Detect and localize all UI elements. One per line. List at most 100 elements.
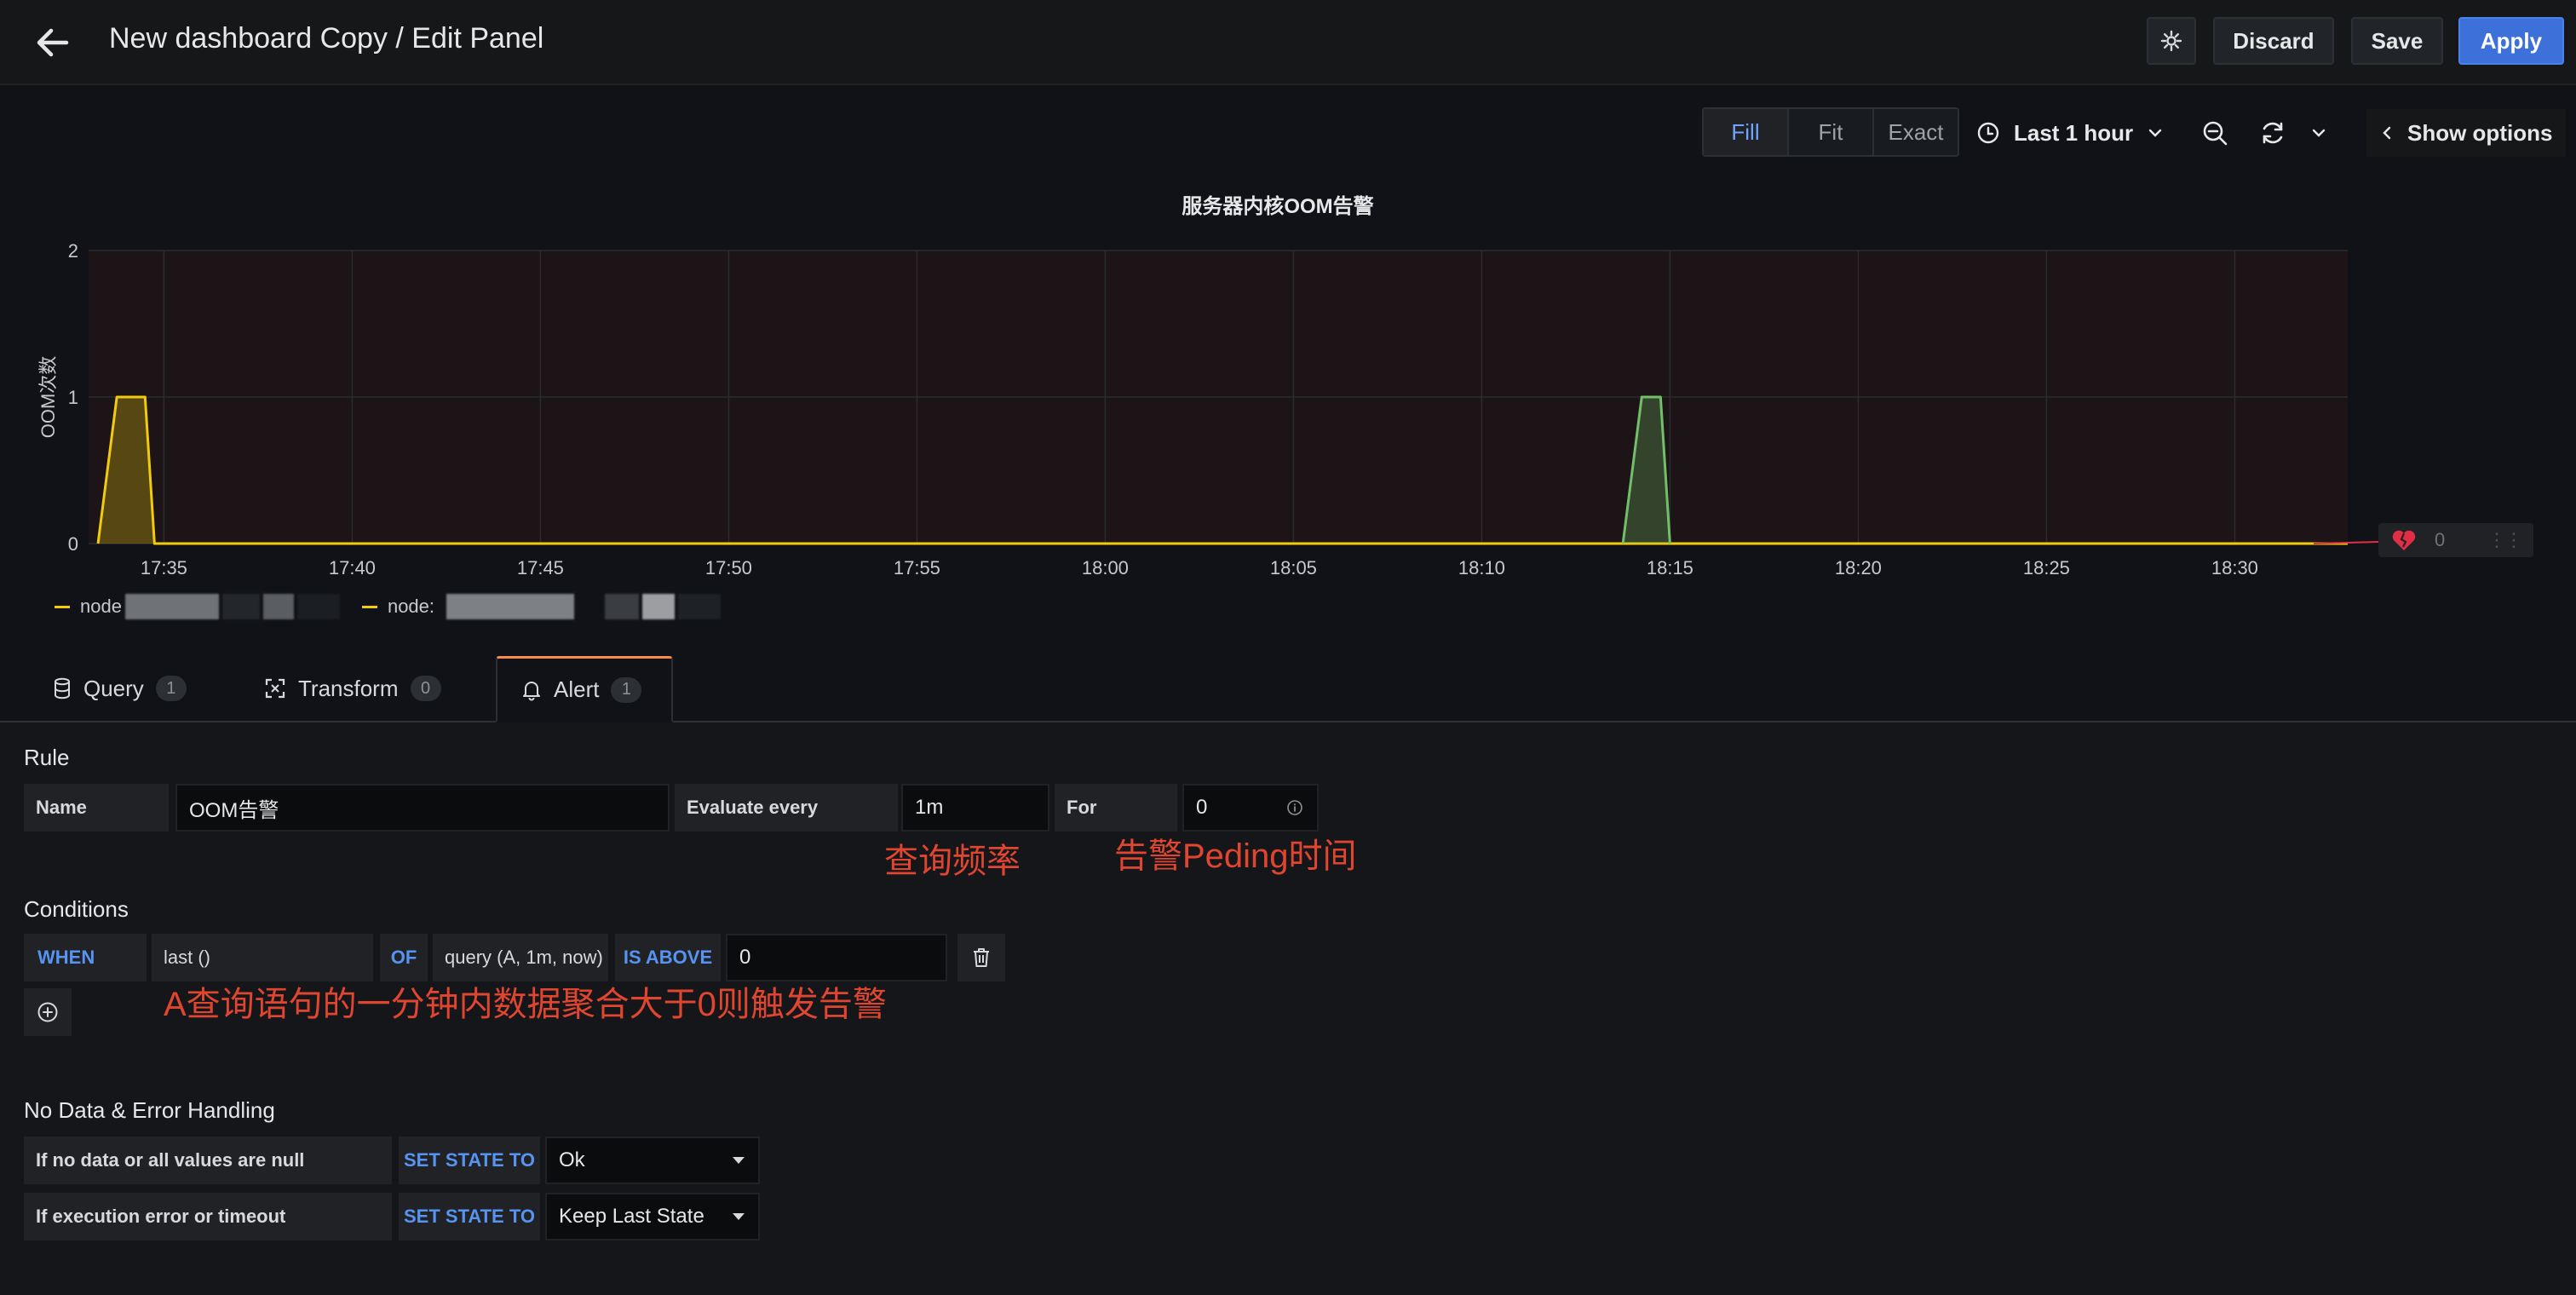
x-tick-label: 18:20 (1835, 557, 1882, 578)
of-keyword: OF (380, 934, 428, 981)
x-tick-label: 18:25 (2023, 557, 2070, 578)
alert-badge-value: 0 (2435, 529, 2446, 550)
y-tick-label: 1 (68, 387, 78, 408)
tab-label: Transform (298, 675, 399, 701)
reducer-selector[interactable]: last () (152, 934, 373, 981)
tab-count: 0 (410, 676, 441, 701)
refresh-interval-dropdown[interactable] (2300, 109, 2337, 157)
no-data-state-select[interactable]: Ok (545, 1137, 760, 1184)
mode-fill-button[interactable]: Fill (1704, 109, 1789, 155)
back-arrow-icon[interactable] (31, 20, 75, 65)
chart-title: 服务器内核OOM告警 (1182, 195, 1374, 218)
x-tick-label: 17:50 (705, 557, 752, 578)
plus-circle-icon (37, 1002, 58, 1022)
info-icon (1287, 800, 1302, 815)
legend-color-swatch (55, 605, 70, 608)
apply-button[interactable]: Apply (2458, 17, 2564, 65)
alert-state-badge[interactable]: 0 ⋮⋮ (2378, 523, 2533, 557)
redacted-block (124, 594, 219, 619)
tab-label: Alert (554, 676, 600, 702)
x-tick-label: 17:55 (894, 557, 940, 578)
legend-color-swatch (361, 605, 377, 608)
for-value: 0 (1196, 796, 1208, 819)
rule-section-title: Rule (24, 745, 70, 770)
rule-name-input[interactable]: OOM告警 (175, 784, 670, 832)
for-annotation: 告警Peding时间 (1114, 837, 1357, 875)
time-series-chart: 17:35 17:40 17:45 17:50 17:55 18:00 18:05 18:10… (37, 240, 2379, 578)
redacted-block (605, 594, 640, 619)
bell-icon (523, 681, 540, 700)
x-tick-label: 18:00 (1082, 557, 1129, 578)
y-tick-label: 2 (68, 240, 78, 262)
trash-icon (974, 948, 989, 967)
x-tick-label: 18:30 (2211, 557, 2258, 578)
for-input[interactable]: 0 (1182, 784, 1319, 832)
zoom-out-button[interactable] (2191, 109, 2239, 157)
page-title: New dashboard Copy / Edit Panel (109, 22, 544, 55)
no-data-label: If no data or all values are null (24, 1137, 392, 1184)
redacted-block (221, 594, 260, 619)
threshold-input[interactable]: 0 (726, 934, 947, 981)
chevron-left-icon (2383, 126, 2391, 140)
settings-button[interactable] (2147, 17, 2196, 65)
chevron-down-icon (2312, 129, 2326, 137)
caret-down-icon (733, 1157, 745, 1164)
y-tick-label: 0 (68, 533, 78, 555)
set-state-keyword: SET STATE TO (399, 1193, 540, 1240)
tab-alert[interactable]: Alert 1 (496, 656, 673, 722)
delete-condition-button[interactable] (957, 934, 1005, 981)
chart-legend: node node: (55, 591, 722, 622)
save-button[interactable]: Save (2351, 17, 2443, 65)
no-data-state-value: Ok (559, 1148, 585, 1171)
name-label: Name (24, 784, 169, 832)
legend-item-label[interactable]: node (80, 596, 122, 618)
redacted-block (678, 594, 722, 619)
broken-heart-icon (2392, 530, 2416, 550)
tab-count: 1 (611, 676, 642, 703)
display-mode-toggle: Fill Fit Exact (1702, 107, 1959, 157)
x-tick-label: 17:35 (141, 557, 187, 578)
exec-error-label: If execution error or timeout (24, 1193, 392, 1240)
redacted-block (446, 594, 575, 619)
set-state-keyword: SET STATE TO (399, 1137, 540, 1184)
query-selector[interactable]: query (A, 1m, now) (433, 934, 608, 981)
mode-exact-button[interactable]: Exact (1874, 109, 1958, 155)
add-condition-button[interactable] (24, 988, 72, 1036)
refresh-icon (2263, 122, 2283, 144)
evaluate-annotation: 查询频率 (884, 843, 1021, 880)
time-range-picker[interactable]: Last 1 hour (1976, 109, 2164, 157)
clock-icon (1977, 122, 1999, 144)
discard-button[interactable]: Discard (2213, 17, 2334, 65)
zoom-out-icon (2203, 121, 2228, 146)
redacted-block (262, 594, 294, 619)
drag-handle-icon[interactable]: ⋮⋮ (2487, 529, 2523, 551)
when-keyword: WHEN (24, 934, 147, 981)
for-label: For (1055, 784, 1177, 832)
exec-error-state-value: Keep Last State (559, 1205, 704, 1228)
redacted-block (296, 594, 340, 619)
x-tick-label: 18:10 (1458, 557, 1505, 578)
x-tick-label: 18:05 (1270, 557, 1317, 578)
time-range-label: Last 1 hour (2014, 119, 2134, 146)
show-options-button[interactable]: Show options (2366, 109, 2567, 157)
tab-query[interactable]: Query 1 (29, 656, 210, 721)
mode-fit-button[interactable]: Fit (1789, 109, 1874, 155)
evaluate-every-input[interactable]: 1m (901, 784, 1049, 832)
tab-count: 1 (155, 676, 187, 701)
x-tick-label: 18:15 (1647, 557, 1693, 578)
tab-label: Query (83, 675, 144, 701)
x-tick-label: 17:40 (329, 557, 376, 578)
tab-transform[interactable]: Transform 0 (240, 656, 465, 721)
legend-item-label[interactable]: node: (388, 596, 434, 618)
y-axis-label: OOM次数 (37, 356, 59, 439)
chevron-down-icon (2148, 129, 2162, 137)
refresh-button[interactable] (2249, 109, 2297, 157)
caret-down-icon (733, 1213, 745, 1220)
show-options-label: Show options (2407, 119, 2553, 146)
redacted-block (642, 594, 676, 619)
evaluator-selector[interactable]: IS ABOVE (615, 934, 721, 981)
evaluate-every-label: Evaluate every (675, 784, 898, 832)
editor-tabs: Query 1 Transform 0 Alert 1 (0, 656, 2576, 722)
database-icon (55, 677, 70, 699)
exec-error-state-select[interactable]: Keep Last State (545, 1193, 760, 1240)
